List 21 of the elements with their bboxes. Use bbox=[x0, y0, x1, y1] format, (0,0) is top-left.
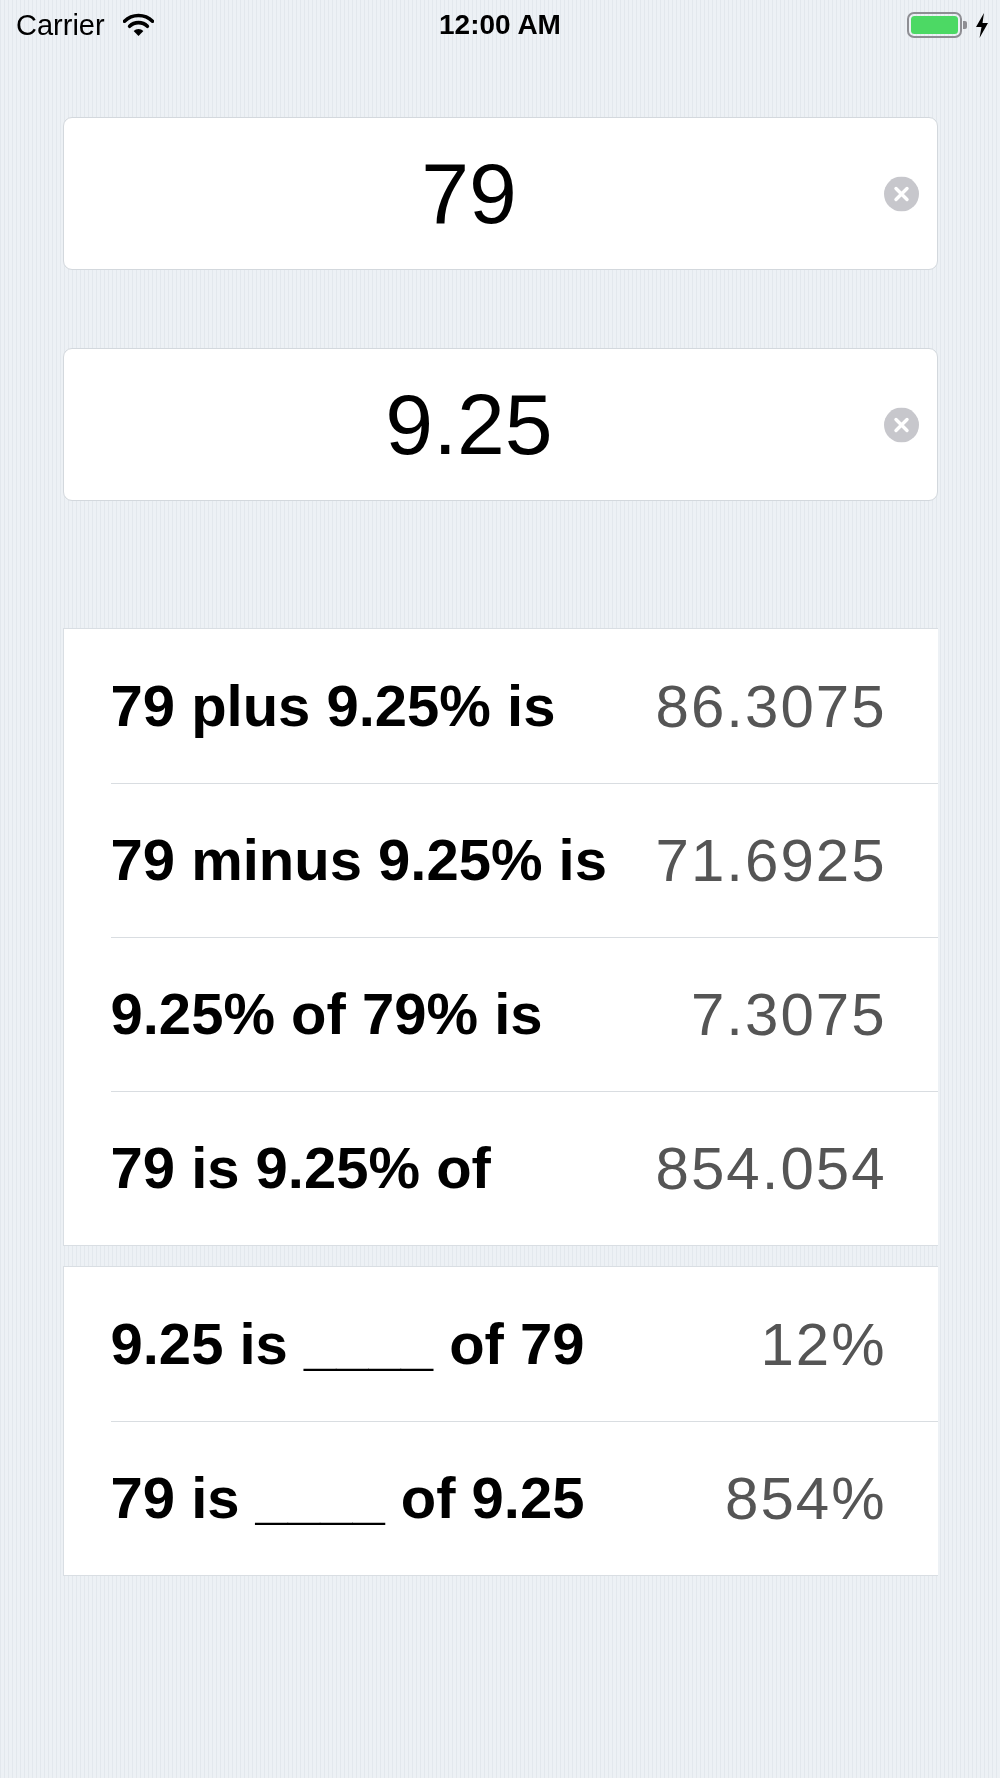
result-value: 12% bbox=[760, 1309, 887, 1379]
result-value: 86.3075 bbox=[655, 671, 887, 741]
status-time: 12:00 AM bbox=[439, 11, 561, 39]
clear-icon[interactable] bbox=[883, 407, 919, 442]
result-value: 854.054 bbox=[655, 1134, 887, 1203]
carrier-name: Carrier bbox=[16, 10, 105, 40]
clear-icon[interactable] bbox=[883, 176, 919, 211]
lightning-bolt-icon bbox=[975, 12, 989, 38]
calculation-label: 79 is ____ of 9.25 bbox=[110, 1465, 585, 1532]
calculation-label: 9.25% of 79% is bbox=[110, 981, 543, 1048]
calculation-label: 9.25 is ____ of 79 bbox=[110, 1310, 585, 1378]
number-field[interactable]: 9.25 bbox=[62, 348, 938, 501]
number-field[interactable]: 79 bbox=[62, 117, 938, 270]
calculation-label: 79 is 9.25% of bbox=[110, 1135, 491, 1202]
result-value: 7.3075 bbox=[691, 980, 887, 1049]
battery-icon bbox=[907, 12, 967, 38]
calculation-label: 79 minus 9.25% is bbox=[110, 827, 607, 894]
wifi-icon bbox=[122, 13, 154, 37]
calculation-label: 79 plus 9.25% is bbox=[110, 672, 556, 740]
result-value: 71.6925 bbox=[655, 826, 887, 895]
result-value: 854% bbox=[725, 1464, 887, 1533]
